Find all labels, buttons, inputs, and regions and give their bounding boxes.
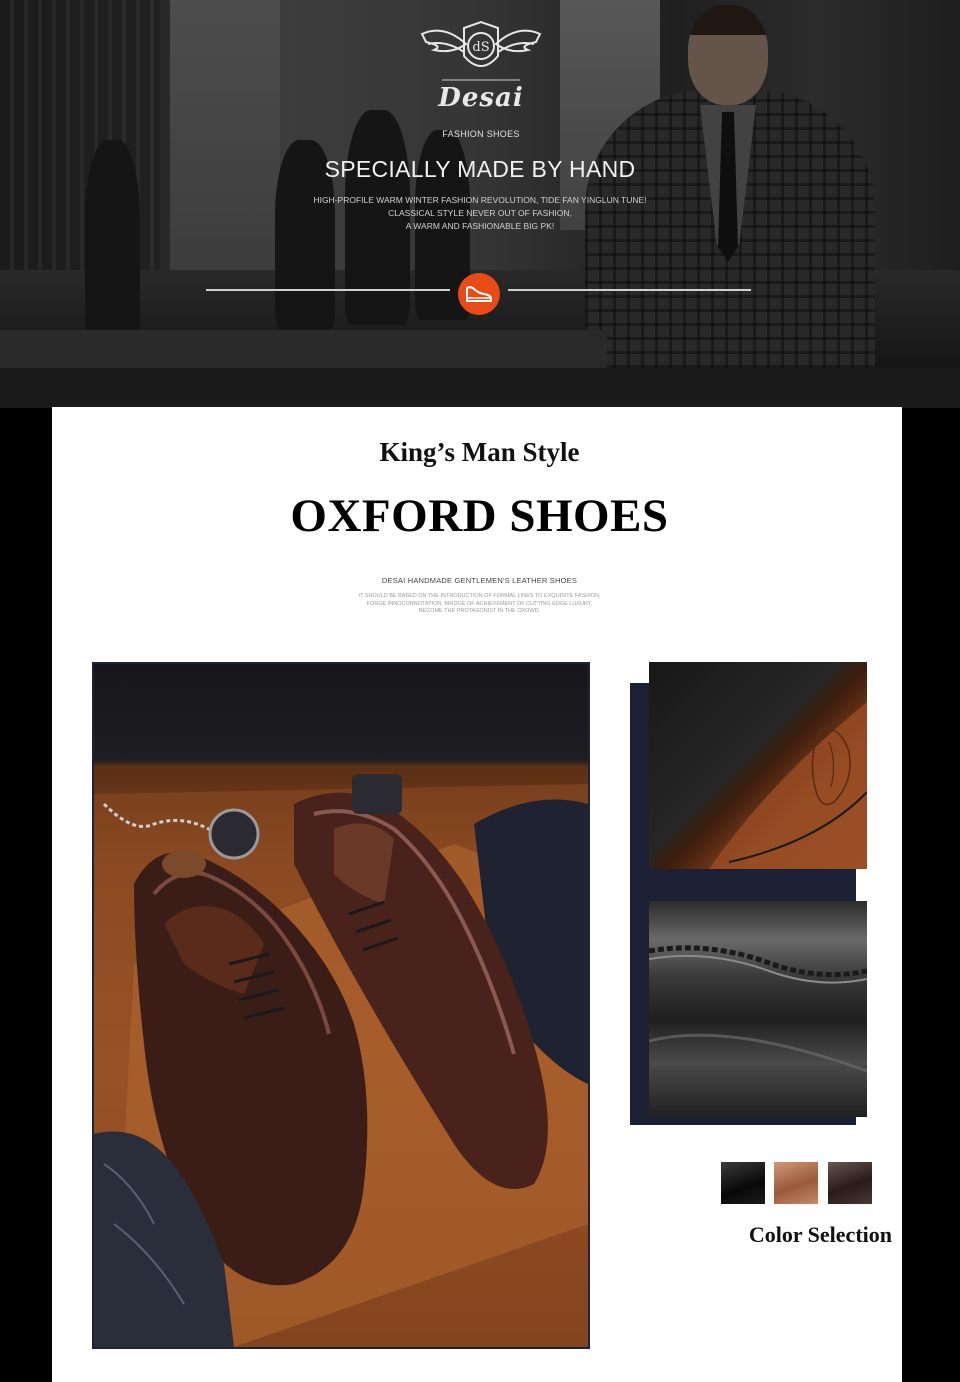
- hero-description-line: CLASSICAL STYLE NEVER OUT OF FASHION,: [388, 208, 572, 218]
- section-band: [0, 368, 960, 408]
- page-edge: [938, 1243, 960, 1382]
- hero-tab-bar: [0, 330, 607, 368]
- oxford-shoes-illustration: [94, 774, 588, 1347]
- sole-detail-photo: [649, 662, 867, 869]
- stitching-illustration: [649, 945, 867, 1073]
- winged-shield-icon: dS: [420, 20, 542, 81]
- main-product-photo: [92, 662, 590, 1349]
- section-kicker: King’s Man Style: [379, 437, 580, 467]
- color-swatch-dark-brown[interactable]: [828, 1162, 872, 1204]
- detail-frame-gap: [856, 871, 870, 901]
- section-description-line: IT SHOULD BE BASED ON THE INTRODUCTION O…: [358, 593, 601, 599]
- hero-description-line: A WARM AND FASHIONABLE BIG PK!: [405, 221, 555, 231]
- divider-line: [206, 289, 450, 291]
- section-subtitle: DESAI HANDMADE GENTLEMEN'S LEATHER SHOES: [381, 576, 578, 585]
- divider-line: [508, 289, 751, 291]
- brand-logo: dS Desai FASHION SHOES: [414, 14, 548, 139]
- svg-text:dS: dS: [472, 40, 489, 55]
- section-description-line: BECOME THE PROTAGONIST IN THE CROWD.: [418, 608, 541, 614]
- section-headline: OXFORD SHOES: [290, 490, 669, 542]
- sole-emblem-illustration: [709, 702, 867, 869]
- color-swatch-black[interactable]: [721, 1162, 765, 1204]
- section-description: IT SHOULD BE BASED ON THE INTRODUCTION O…: [302, 593, 657, 616]
- stitching-detail-photo: [649, 901, 867, 1117]
- shoe-badge: [458, 273, 500, 315]
- color-selection-label: Color Selection: [748, 1222, 892, 1247]
- shoe-icon: [466, 286, 492, 302]
- color-swatch-brown[interactable]: [774, 1162, 818, 1204]
- brand-name: Desai: [438, 83, 524, 113]
- hero-description-line: HIGH-PROFILE WARM WINTER FASHION REVOLUT…: [313, 195, 647, 205]
- hero-banner: dS Desai FASHION SHOES SPECIALLY MADE BY…: [0, 0, 960, 368]
- brand-tagline: FASHION SHOES: [442, 129, 520, 139]
- section-description-line: FORGE INNOCONNOTATION, BRIDGE OF ACHIEVE…: [366, 600, 593, 607]
- hero-description: HIGH-PROFILE WARM WINTER FASHION REVOLUT…: [240, 194, 720, 233]
- hero-title: SPECIALLY MADE BY HAND: [324, 156, 636, 182]
- product-panel: King’s Man Style OXFORD SHOES DESAI HAND…: [52, 407, 902, 1382]
